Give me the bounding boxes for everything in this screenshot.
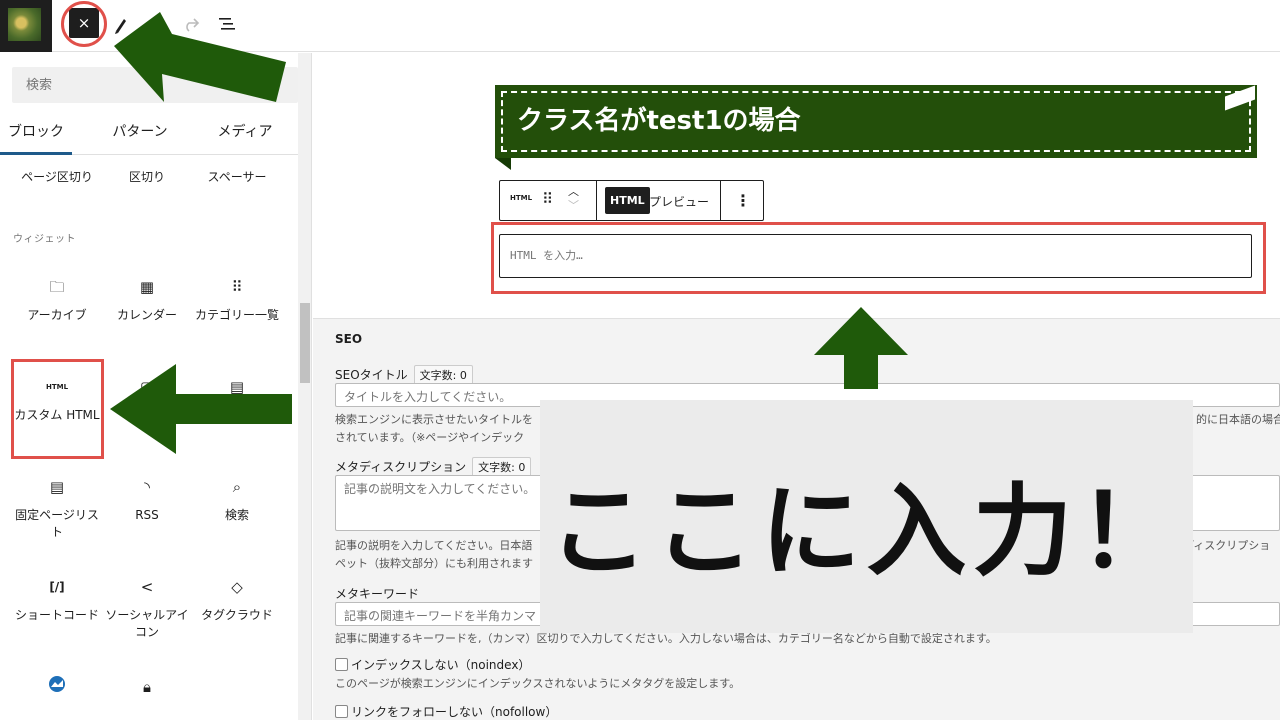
categories-icon: ⠿: [231, 278, 243, 296]
block-tag-cloud[interactable]: ◇ タグクラウド: [192, 575, 282, 624]
block-locked[interactable]: 🔒︎: [102, 675, 192, 707]
share-icon: <: [140, 578, 154, 596]
html-code-input[interactable]: HTML を入力…: [499, 234, 1252, 278]
checkbox-label: インデックスしない（noindex）: [351, 658, 531, 672]
noindex-help: このページが検索エンジンにインデックスされないようにメタタグを設定します。: [335, 677, 741, 690]
seo-section-title: SEO: [335, 332, 363, 346]
block-archives[interactable]: 🗀 アーカイブ: [12, 275, 102, 324]
block-label: 区切り: [128, 170, 165, 184]
label-text: SEOタイトル: [335, 368, 408, 382]
block-label: タグクラウド: [201, 608, 273, 622]
heading-text[interactable]: クラス名がtest1の場合: [517, 100, 801, 137]
block-label: 検索: [224, 508, 249, 522]
noindex-checkbox[interactable]: [335, 658, 348, 671]
block-label: RSS: [135, 508, 159, 522]
html-tab-button[interactable]: HTML: [605, 187, 650, 214]
block-label: カレンダー: [116, 308, 177, 322]
seo-title-help-tail: 的に日本語の場合: [1196, 413, 1280, 426]
arrow-to-custom-html-icon: [110, 364, 292, 454]
heading-block[interactable]: クラス名がtest1の場合: [495, 85, 1257, 158]
char-count-badge: 文字数: 0: [413, 365, 473, 385]
shortcode-icon: [/]: [49, 580, 65, 594]
block-spacer[interactable]: スペーサー: [192, 169, 282, 186]
block-label: カテゴリー一覧: [194, 308, 279, 322]
arrow-to-close-button-icon: [114, 12, 286, 102]
archive-icon: 🗀: [49, 278, 65, 296]
block-social-icons[interactable]: < ソーシャルアイコン: [102, 575, 192, 641]
block-page-break[interactable]: ページ区切り: [12, 169, 102, 186]
block-label: ショートコード: [14, 608, 99, 622]
rss-icon: ◝: [144, 478, 150, 496]
block-categories[interactable]: ⠿ カテゴリー一覧: [192, 275, 282, 324]
block-rss[interactable]: ◝ RSS: [102, 475, 192, 524]
drag-handle-icon[interactable]: ⠿: [542, 190, 553, 208]
html-preview-tabs: HTML プレビュー: [597, 181, 721, 220]
seo-title-help: 検索エンジンに表示させたいタイトルを: [335, 413, 533, 426]
lock-icon: 🔒︎: [143, 678, 151, 696]
embed-icon: [12, 675, 102, 699]
callout-annotation: ここに入力！: [540, 400, 1193, 633]
more-options-icon[interactable]: ⋮: [721, 181, 765, 220]
meta-description-help-2: ペット（抜粋文部分）にも利用されます: [335, 557, 533, 570]
char-count-badge: 文字数: 0: [472, 457, 532, 477]
move-up-down-icon[interactable]: ︿ ﹀: [568, 185, 579, 213]
tab-media[interactable]: メディア: [205, 117, 285, 155]
block-label: ソーシャルアイコン: [105, 608, 189, 639]
seo-title-help-2: されています。（※ページやインデック: [335, 431, 525, 444]
block-type-html-icon[interactable]: HTML: [510, 194, 532, 202]
close-button-highlight: [61, 1, 107, 47]
block-separator[interactable]: 区切り: [102, 169, 192, 186]
noindex-option[interactable]: インデックスしない（noindex）: [335, 656, 530, 673]
block-calendar[interactable]: ▦ カレンダー: [102, 275, 192, 324]
search-icon: ⌕: [232, 478, 242, 496]
tab-blocks[interactable]: ブロック: [0, 117, 72, 155]
block-label: スペーサー: [207, 170, 267, 184]
block-search[interactable]: ⌕ 検索: [192, 475, 282, 524]
callout-text: ここに入力！: [548, 473, 1185, 590]
html-block-toolbar: HTML ⠿ ︿ ﹀ HTML プレビュー ⋮: [499, 180, 764, 221]
calendar-icon: ▦: [139, 278, 155, 296]
sidebar-scrollbar[interactable]: [298, 53, 311, 720]
custom-html-highlight: [11, 359, 104, 459]
label-text: メタディスクリプション: [335, 460, 467, 474]
meta-description-help: 記事の説明を入力してください。日本語: [335, 539, 533, 552]
meta-description-help-tail: ディスクリプショ: [1183, 539, 1271, 552]
inserter-tabs: ブロック パターン メディア: [0, 117, 311, 155]
block-label: 固定ページリスト: [15, 508, 99, 539]
tab-patterns[interactable]: パターン: [100, 117, 180, 155]
block-embed[interactable]: [12, 675, 102, 707]
meta-keywords-label: メタキーワード: [335, 587, 420, 601]
checkbox-label: リンクをフォローしない（nofollow）: [351, 705, 558, 719]
meta-description-label: メタディスクリプション 文字数: 0: [335, 457, 532, 477]
widgets-section-title: ウィジェット: [13, 234, 76, 245]
page-list-icon: ▤: [49, 478, 65, 496]
block-label: ページ区切り: [21, 170, 93, 184]
tag-icon: ◇: [231, 578, 243, 596]
nofollow-checkbox[interactable]: [335, 705, 348, 718]
nofollow-option[interactable]: リンクをフォローしない（nofollow）: [335, 703, 557, 720]
preview-tab-button[interactable]: プレビュー: [649, 193, 709, 210]
arrow-to-html-input-icon: [814, 307, 908, 389]
block-page-list[interactable]: ▤ 固定ページリスト: [12, 475, 102, 541]
seo-title-label: SEOタイトル 文字数: 0: [335, 365, 473, 385]
block-type-group: HTML ⠿ ︿ ﹀: [500, 181, 597, 220]
site-icon[interactable]: [0, 0, 52, 52]
heading-tail-decoration: [495, 158, 511, 170]
block-shortcode[interactable]: [/] ショートコード: [12, 575, 102, 624]
block-label: アーカイブ: [27, 308, 87, 322]
